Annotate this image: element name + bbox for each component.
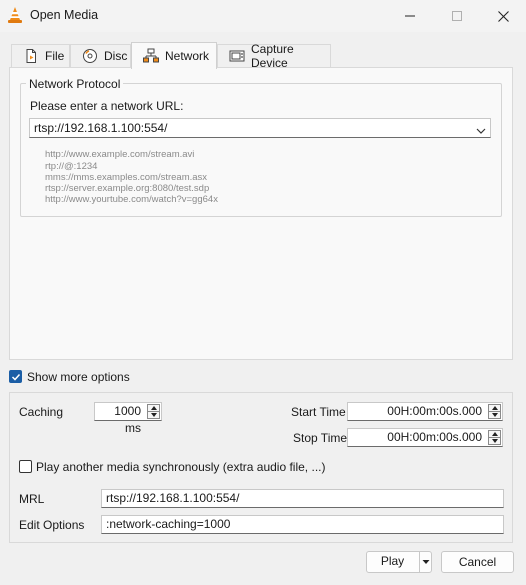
cancel-button[interactable]: Cancel	[441, 551, 514, 573]
spin-down-icon[interactable]	[489, 437, 500, 444]
checkmark-icon	[11, 373, 20, 381]
stop-time-spinbox[interactable]: 00H:00m:00s.000	[347, 428, 503, 447]
caching-stepper[interactable]	[147, 404, 160, 419]
tab-capture-device-label: Capture Device	[251, 42, 294, 70]
network-icon	[143, 48, 159, 64]
caching-spinbox[interactable]: 1000 ms	[94, 402, 162, 435]
capture-device-icon	[229, 48, 245, 64]
spin-down-icon[interactable]	[489, 411, 500, 418]
url-example: http://www.example.com/stream.avi	[45, 149, 195, 160]
start-time-stepper[interactable]	[488, 404, 501, 419]
tab-file[interactable]: File	[11, 44, 70, 67]
start-time-spinbox[interactable]: 00H:00m:00s.000	[347, 402, 503, 421]
spin-down-icon[interactable]	[148, 411, 159, 418]
chevron-down-icon[interactable]	[476, 124, 486, 138]
show-more-options-checkbox[interactable]	[9, 370, 22, 383]
tab-disc-label: Disc	[104, 49, 128, 63]
mrl-label: MRL	[19, 492, 45, 506]
show-more-options-label[interactable]: Show more options	[27, 370, 130, 384]
stop-time-label: Stop Time	[293, 431, 348, 445]
file-icon	[23, 48, 39, 64]
maximize-icon	[452, 11, 462, 21]
network-url-prompt: Please enter a network URL:	[30, 99, 184, 113]
url-example: rtsp://server.example.org:8080/test.sdp	[45, 183, 210, 194]
edit-options-label: Edit Options	[19, 518, 85, 532]
mrl-field[interactable]: rtsp://192.168.1.100:554/	[101, 489, 504, 508]
stop-time-value: 00H:00m:00s.000	[387, 430, 482, 444]
tab-disc[interactable]: Disc	[70, 44, 131, 67]
network-protocol-title: Network Protocol	[26, 77, 124, 91]
start-time-value: 00H:00m:00s.000	[387, 404, 482, 418]
edit-options-field[interactable]: :network-caching=1000	[101, 515, 504, 534]
close-button[interactable]	[480, 0, 526, 32]
url-example: http://www.yourtube.com/watch?v=gg64x	[45, 194, 218, 205]
maximize-button[interactable]	[434, 0, 480, 32]
vlc-cone-icon	[7, 7, 23, 24]
caching-label: Caching	[19, 405, 64, 419]
play-dropdown-arrow-icon[interactable]	[421, 556, 431, 568]
url-example: mms://mms.examples.com/stream.asx	[45, 172, 208, 183]
play-synchronously-checkbox[interactable]	[19, 460, 32, 473]
minimize-button[interactable]	[387, 0, 433, 32]
tab-file-label: File	[45, 49, 65, 63]
play-button-label[interactable]: Play	[366, 551, 419, 573]
minimize-icon	[405, 15, 415, 17]
url-example: rtp://@:1234	[45, 161, 98, 172]
play-button-divider	[419, 552, 420, 572]
stop-time-stepper[interactable]	[488, 430, 501, 445]
network-url-combobox[interactable]: rtsp://192.168.1.100:554/	[29, 118, 491, 138]
start-time-label: Start Time	[291, 405, 346, 419]
tab-network[interactable]: Network	[131, 42, 217, 69]
window-title: Open Media	[30, 8, 99, 22]
tab-network-label: Network	[165, 49, 210, 63]
tab-capture-device[interactable]: Capture Device	[217, 42, 331, 70]
play-synchronously-label[interactable]: Play another media synchronously (extra …	[36, 460, 325, 474]
disc-icon	[82, 48, 98, 64]
close-icon	[497, 10, 509, 22]
